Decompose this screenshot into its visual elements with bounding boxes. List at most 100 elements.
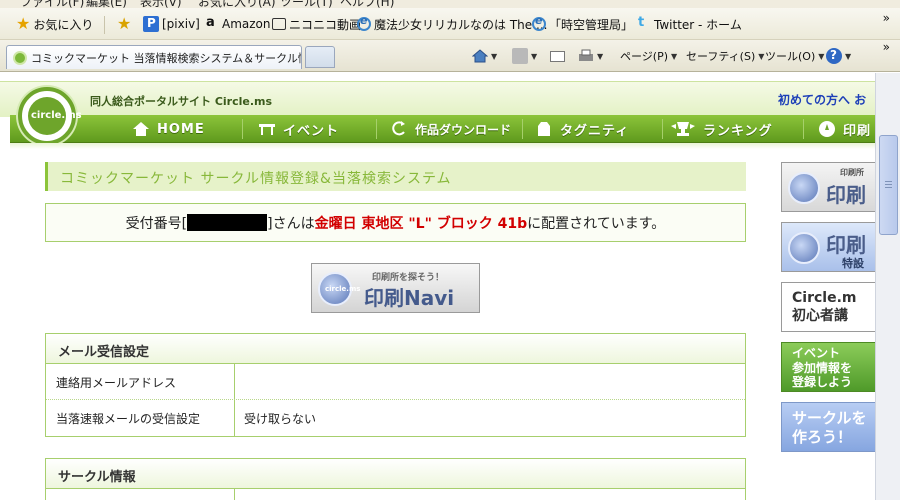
- nav-label: 印刷: [843, 123, 872, 139]
- nav-download[interactable]: 作品ダウンロード: [390, 115, 511, 143]
- printer-icon: [578, 48, 594, 64]
- nav-label: 作品ダウンロード: [415, 122, 512, 137]
- add-favorite-button[interactable]: ★: [117, 8, 131, 40]
- table-row: 連絡用メールアドレス: [46, 364, 745, 400]
- tab-active[interactable]: コミックマーケット 当落情報検索システム＆サークル情...: [6, 45, 302, 69]
- chevron-down-icon: ▼: [597, 51, 604, 61]
- banner-big-text: 印刷: [826, 233, 866, 257]
- circle-info-section: サークル情報: [45, 458, 746, 500]
- print-navi-banner[interactable]: circle.ms 印刷所を探そう！ 印刷Navi: [311, 263, 480, 313]
- fav-link-jikuu[interactable]: 「時空管理局」: [532, 8, 633, 40]
- menu-edit[interactable]: 編集(E): [86, 0, 127, 8]
- add-favorite-star-icon: ★: [117, 14, 132, 33]
- menu-help[interactable]: ヘルプ(H): [340, 0, 394, 8]
- page-menu-label: ページ(P): [620, 50, 668, 63]
- help-icon: ?: [826, 48, 842, 64]
- section-title: サークル情報: [58, 470, 136, 485]
- tabs-overflow-chevron[interactable]: »: [883, 40, 890, 54]
- vertical-scrollbar[interactable]: [875, 73, 900, 500]
- nav-tagnity[interactable]: タグニティ: [535, 115, 629, 143]
- favorites-overflow-chevron[interactable]: »: [883, 11, 890, 25]
- tools-menu-button[interactable]: ツール(O) ▼: [765, 44, 824, 68]
- fav-link-label: Twitter - ホーム: [654, 17, 742, 32]
- circle-ms-logo-icon: [788, 232, 820, 264]
- banner-big-text: 印刷: [826, 183, 866, 207]
- tools-menu-label: ツール(O): [765, 50, 816, 63]
- nav-label: イベント: [283, 123, 340, 139]
- download-icon: [390, 120, 408, 138]
- sidebar-banner-event[interactable]: イベント 参加情報を 登録しよう: [781, 342, 875, 392]
- circle-ms-favicon: [13, 50, 27, 65]
- fav-link-twitter[interactable]: t Twitter - ホーム: [635, 8, 742, 40]
- menu-file[interactable]: ファイル(F): [20, 0, 84, 8]
- page-menu-button[interactable]: ページ(P) ▼: [620, 44, 677, 68]
- nav-label: タグニティ: [560, 123, 630, 139]
- scrollbar-grip: [885, 181, 892, 182]
- notice-prefix: 受付番号[: [125, 216, 188, 232]
- row-value: 受け取らない: [244, 412, 317, 426]
- tab-title: コミックマーケット 当落情報検索システム＆サークル情...: [31, 51, 302, 65]
- placement-location: 金曜日 東地区 "L" ブロック 41b: [314, 216, 528, 232]
- global-nav: HOME イベント 作品ダウンロード タグニティ ランキング 印刷: [10, 115, 875, 143]
- menu-view[interactable]: 表示(V): [140, 0, 182, 8]
- sidebar-banner-print-special[interactable]: 印刷 特設: [781, 222, 875, 272]
- table-row: [46, 489, 745, 500]
- fav-link-label: ニコニコ動画: [289, 17, 362, 32]
- nav-home[interactable]: HOME: [132, 115, 205, 143]
- circle-ms-logo-icon: circle.ms: [318, 272, 360, 306]
- row-key: 連絡用メールアドレス: [46, 364, 235, 399]
- fav-link-pixiv[interactable]: P [pixiv]: [143, 8, 200, 40]
- chevron-down-icon: ▼: [845, 51, 852, 61]
- help-button[interactable]: ? ▼: [826, 44, 851, 68]
- nav-print[interactable]: 印刷: [818, 115, 871, 143]
- nav-event[interactable]: イベント: [258, 115, 339, 143]
- row-key: 当落速報メールの受信設定: [46, 400, 235, 436]
- first-time-link[interactable]: 初めての方へ お: [778, 91, 866, 108]
- banner-line: 登録しよう: [792, 375, 853, 389]
- home-icon: [471, 48, 489, 64]
- compass-icon: [818, 120, 836, 138]
- safety-menu-button[interactable]: セーフティ(S) ▼: [686, 44, 764, 68]
- fav-link-niconico[interactable]: ニコニコ動画: [272, 8, 361, 40]
- tag-icon: [535, 120, 553, 138]
- mail-settings-section: メール受信設定 連絡用メールアドレス 当落速報メールの受信設定 受け取らない: [45, 333, 746, 437]
- nav-ranking[interactable]: ランキング: [670, 115, 773, 143]
- divider: [803, 119, 804, 139]
- banner-big-text: 印刷Navi: [364, 286, 455, 310]
- print-button[interactable]: ▼: [578, 44, 603, 68]
- menu-favorites[interactable]: お気に入り(A): [198, 0, 276, 8]
- favorites-button[interactable]: ★ お気に入り: [16, 8, 93, 40]
- pixiv-icon: P: [143, 16, 159, 32]
- banner-sub-text: 特設: [842, 257, 864, 270]
- fav-link-label: 魔法少女リリカルなのは The ...: [374, 17, 548, 32]
- favorites-label: お気に入り: [33, 17, 94, 32]
- nav-label: ランキング: [703, 123, 773, 139]
- sidebar-banner-print[interactable]: 印刷所 印刷: [781, 162, 875, 212]
- feeds-button[interactable]: ▼: [512, 44, 537, 68]
- chevron-down-icon: ▼: [758, 51, 765, 61]
- section-header: サークル情報: [46, 459, 745, 489]
- nav-label: HOME: [157, 121, 205, 137]
- star-icon: ★: [16, 14, 31, 33]
- chevron-down-icon: ▼: [531, 51, 538, 61]
- fav-link-nanoha[interactable]: 魔法少女リリカルなのは The ...: [357, 8, 547, 40]
- page-title: コミックマーケット サークル情報登録&当落検索システム: [45, 162, 746, 191]
- ie-page-icon: [532, 14, 546, 31]
- scrollbar-thumb[interactable]: [879, 135, 898, 235]
- read-mail-button[interactable]: [550, 44, 565, 68]
- section-title: メール受信設定: [58, 345, 150, 360]
- new-tab-button[interactable]: [305, 46, 335, 68]
- safety-menu-label: セーフティ(S): [686, 50, 756, 63]
- fav-link-amazon[interactable]: a Amazon: [203, 8, 271, 40]
- table-icon: [258, 120, 276, 138]
- niconico-icon: [272, 18, 286, 30]
- menu-tools[interactable]: ツール(T): [280, 0, 333, 8]
- site-logo[interactable]: circle.ms: [18, 87, 82, 145]
- sidebar-banner-beginners[interactable]: Circle.m 初心者講: [781, 282, 875, 332]
- sidebar-banner-create-circle[interactable]: サークルを 作ろう！: [781, 402, 875, 452]
- fav-link-label: [pixiv]: [162, 17, 200, 31]
- section-header: メール受信設定: [46, 334, 745, 364]
- divider: [104, 16, 105, 34]
- rss-icon: [512, 48, 528, 64]
- home-button[interactable]: ▼: [471, 44, 497, 68]
